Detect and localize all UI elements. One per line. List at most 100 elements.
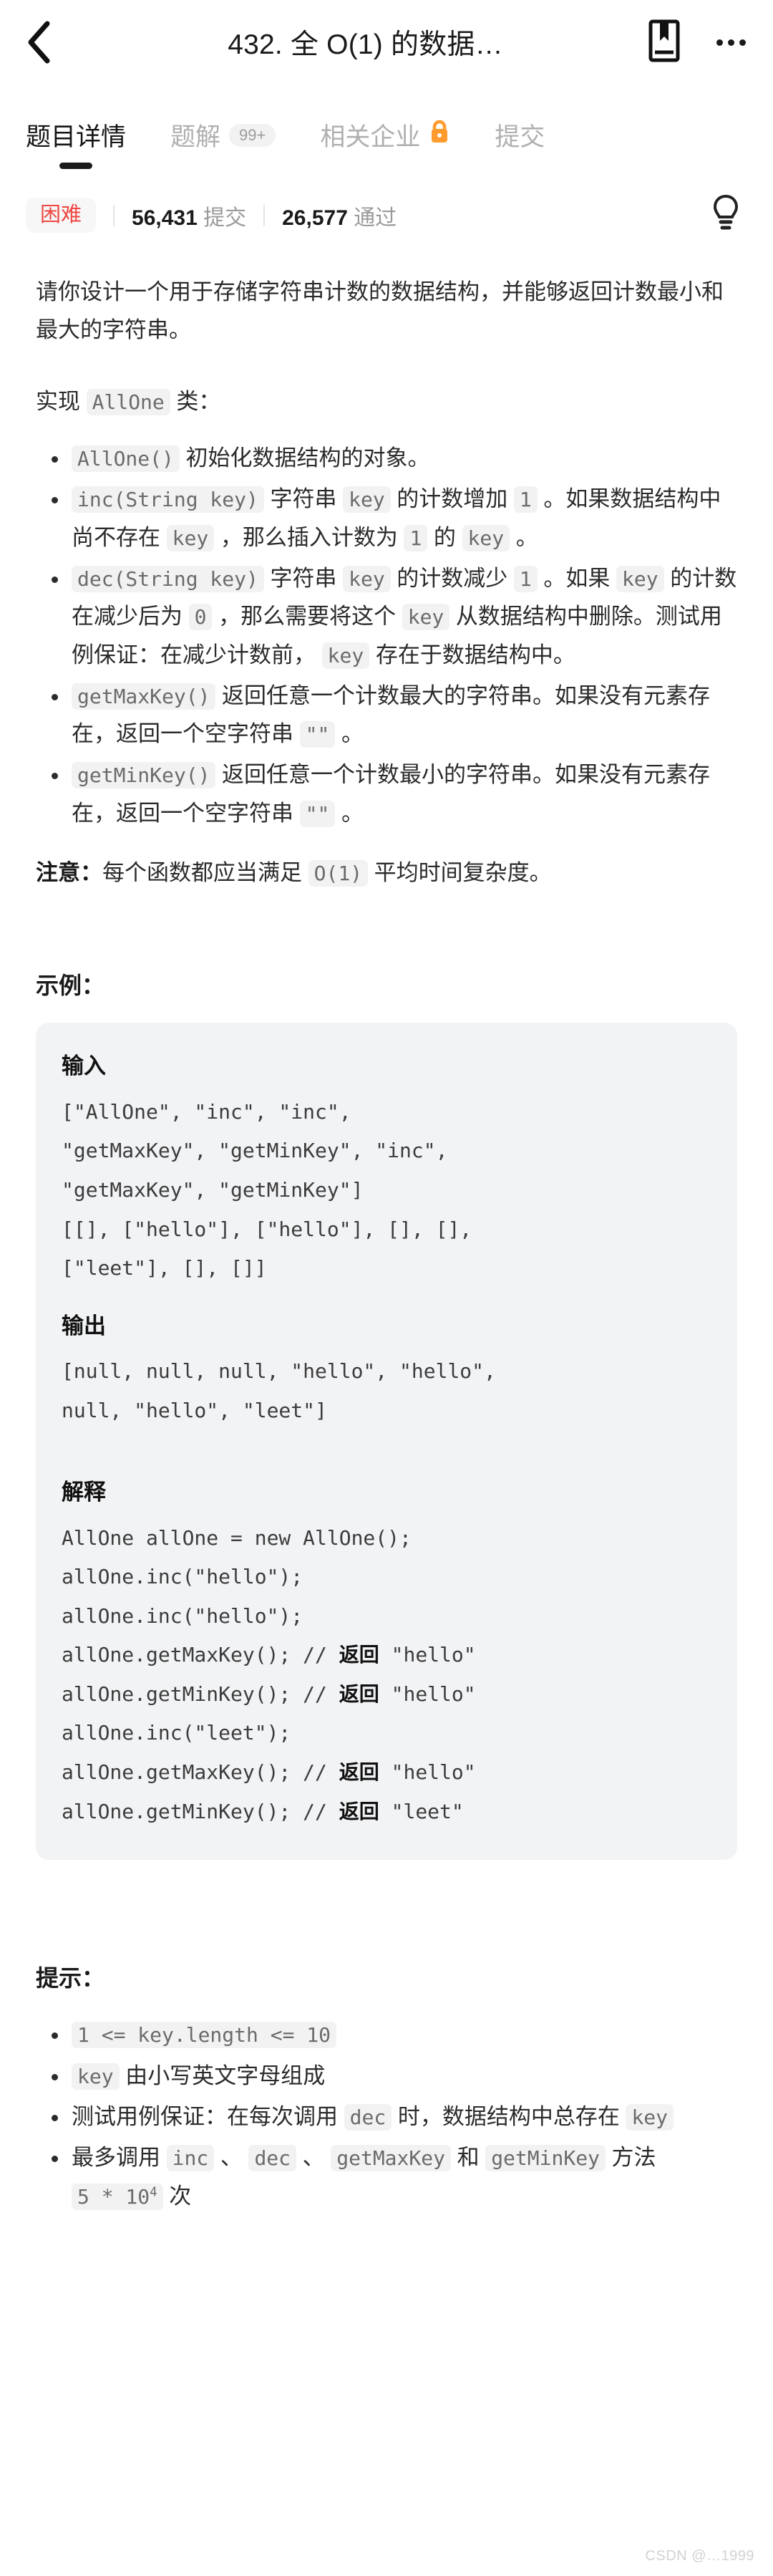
- more-options-icon[interactable]: [714, 32, 749, 53]
- inline-code: key: [343, 565, 391, 592]
- inline-code: key: [462, 524, 510, 551]
- example-explain-code: AllOne allOne = new AllOne(); allOne.inc…: [62, 1519, 711, 1832]
- lightbulb-icon[interactable]: [710, 193, 742, 237]
- example-output-label: 输出: [62, 1313, 106, 1338]
- example-input-code: ["AllOne", "inc", "inc", "getMaxKey", "g…: [62, 1093, 711, 1288]
- code-line: AllOne allOne = new AllOne();: [62, 1525, 412, 1550]
- more-dot: [739, 39, 746, 46]
- power-base: 5 * 10: [77, 2184, 150, 2209]
- inline-code: key: [321, 642, 370, 669]
- header-actions: [635, 19, 749, 66]
- code-line: allOne.inc("hello");: [62, 1603, 303, 1628]
- example-block: 输入 ["AllOne", "inc", "inc", "getMaxKey",…: [36, 1023, 737, 1861]
- tab-label: 提交: [495, 123, 545, 151]
- inline-code: key: [616, 565, 664, 592]
- code-line: allOne.getMinKey(); //: [62, 1799, 339, 1823]
- method-code: AllOne(): [72, 445, 180, 472]
- accepted-stat: 26,577 通过: [282, 200, 397, 231]
- code-line: ["AllOne", "inc", "inc",: [62, 1099, 351, 1124]
- hints-heading: 提示：: [36, 1965, 105, 1992]
- method-text: 初始化数据结构的对象。: [179, 445, 430, 471]
- code-comment-val: "leet": [379, 1799, 464, 1823]
- hint-text: 和: [450, 2145, 486, 2171]
- back-button[interactable]: [24, 16, 76, 68]
- page-title: 432. 全 O(1) 的数据…: [228, 29, 503, 60]
- tab-problem-detail[interactable]: 题目详情: [26, 117, 126, 169]
- power-exponent: 4: [150, 2185, 157, 2200]
- tab-bar: 题目详情 题解 99+ 相关企业 提交: [0, 85, 773, 169]
- example-explain-label: 解释: [62, 1480, 106, 1505]
- method-text: 字符串: [263, 565, 344, 591]
- problem-intro: 请你设计一个用于存储字符串计数的数据结构，并能够返回计数最小和最大的字符串。: [36, 279, 724, 343]
- tab-solutions[interactable]: 题解 99+: [170, 117, 276, 169]
- code-line: allOne.inc("leet");: [62, 1721, 291, 1745]
- code-comment-cn: 返回: [339, 1644, 379, 1666]
- hint-code: key: [626, 2103, 674, 2131]
- list-item: getMaxKey() 返回任意一个计数最大的字符串。如果没有元素存在，返回一个…: [36, 677, 737, 753]
- hint-code: getMaxKey: [331, 2145, 451, 2172]
- inline-code: "": [299, 721, 336, 748]
- hint-code-power: 5 * 104: [72, 2183, 163, 2210]
- list-item: 测试用例保证：在每次调用 dec 时，数据结构中总存在 key: [36, 2098, 737, 2136]
- inline-code: 1: [513, 486, 538, 513]
- method-text: 的计数减少: [390, 565, 514, 591]
- note-text: 平均时间复杂度。: [368, 860, 552, 886]
- watermark: CSDN @…1999: [645, 2548, 754, 2564]
- inline-code: 0: [188, 604, 213, 631]
- list-item: inc(String key) 字符串 key 的计数增加 1 。如果数据结构中…: [36, 480, 737, 556]
- more-dot: [728, 39, 734, 46]
- method-code: getMaxKey(): [72, 682, 216, 710]
- tab-related-companies[interactable]: 相关企业: [320, 117, 450, 169]
- hint-text: 由小写英文字母组成: [119, 2063, 326, 2088]
- code-line: allOne.inc("hello");: [62, 1565, 303, 1589]
- app-header: 432. 全 O(1) 的数据…: [0, 0, 773, 85]
- method-text: 。如果: [537, 565, 617, 591]
- hint-code: inc: [166, 2145, 215, 2172]
- tab-badge-count: 99+: [229, 123, 276, 147]
- bookmark-icon[interactable]: [648, 19, 681, 66]
- inline-code: key: [402, 604, 450, 631]
- inline-code: key: [166, 524, 215, 551]
- back-chevron-icon: [24, 20, 53, 64]
- more-dot: [716, 39, 723, 46]
- hint-text: 次: [162, 2183, 192, 2209]
- code-line: null, "hello", "leet"]: [62, 1398, 327, 1422]
- example-output-code: [null, null, null, "hello", "hello", nul…: [62, 1352, 711, 1430]
- tab-label: 题目详情: [26, 123, 127, 151]
- example-heading: 示例：: [36, 973, 105, 999]
- tab-submissions[interactable]: 提交: [495, 117, 545, 169]
- code-comment-cn: 返回: [339, 1761, 379, 1784]
- code-line: [null, null, null, "hello", "hello",: [62, 1359, 496, 1383]
- inline-code: "": [299, 800, 336, 827]
- code-comment-cn: 返回: [339, 1682, 379, 1705]
- hint-text: 、: [214, 2145, 249, 2171]
- note-label: 注意：: [36, 860, 102, 886]
- list-item: getMinKey() 返回任意一个计数最小的字符串。如果没有元素存在，返回一个…: [36, 756, 737, 832]
- accepted-value: 26,577: [282, 206, 348, 230]
- hint-code: key: [72, 2063, 120, 2090]
- tab-label: 相关企业: [320, 123, 421, 151]
- method-text: 的: [427, 524, 462, 550]
- code-line: allOne.getMaxKey(); //: [62, 1643, 339, 1667]
- accepted-label: 通过: [354, 206, 397, 230]
- lock-icon: [429, 120, 450, 150]
- code-comment-val: "hello": [379, 1682, 476, 1706]
- submissions-label: 提交: [203, 206, 247, 230]
- note-line: 注意：每个函数都应当满足 O(1) 平均时间复杂度。: [36, 854, 737, 892]
- method-code: getMinKey(): [72, 762, 216, 789]
- hint-text: 、: [296, 2145, 331, 2171]
- inline-code: 1: [404, 524, 428, 551]
- code-line: allOne.getMinKey(); //: [62, 1682, 339, 1706]
- list-item: AllOne() 初始化数据结构的对象。: [36, 439, 737, 477]
- inline-code: 1: [513, 565, 538, 592]
- code-line: "getMaxKey", "getMinKey", "inc",: [62, 1139, 448, 1163]
- method-text: 。: [510, 524, 538, 550]
- list-item: key 由小写英文字母组成: [36, 2057, 737, 2095]
- tab-label: 题解: [170, 123, 221, 151]
- code-line: [[], ["hello"], ["hello"], [], [],: [62, 1217, 472, 1241]
- inline-code: key: [343, 486, 391, 513]
- divider: [263, 204, 266, 226]
- class-name-code: AllOne: [86, 388, 170, 415]
